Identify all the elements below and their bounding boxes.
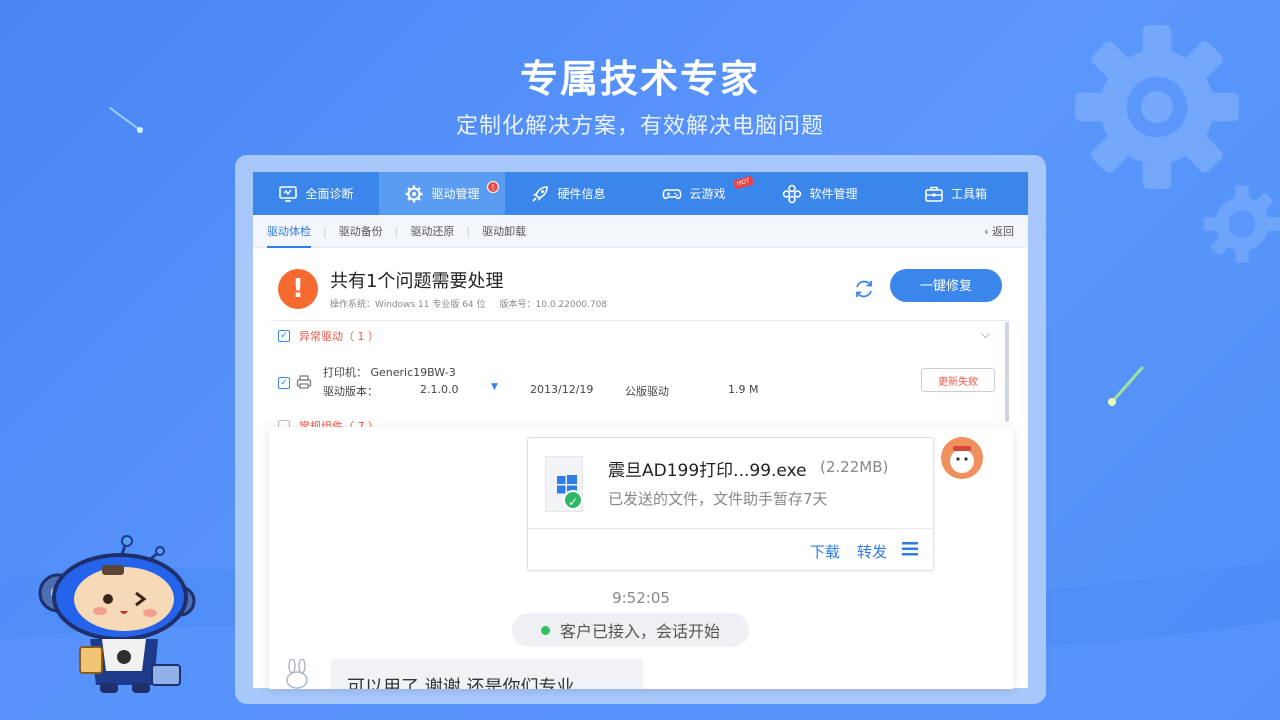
tab-software-management[interactable]: 软件管理: [757, 172, 883, 215]
divider: [270, 320, 1010, 321]
online-dot-icon: [540, 625, 550, 635]
subtab-driver-backup[interactable]: 驱动备份: [327, 215, 395, 248]
driver-name: 打印机： Generic19BW-3: [323, 366, 456, 379]
driver-type: 公版驱动: [625, 385, 669, 398]
chat-window: ✓ 震旦AD199打印...99.exe (2.22MB) 已发送的文件，文件助…: [269, 427, 1013, 689]
issue-summary: ! 共有1个问题需要处理 操作系统：Windows 11 专业版 64 位 版本号…: [278, 267, 621, 310]
subtab-driver-uninstall[interactable]: 驱动卸载: [470, 215, 538, 248]
driver-row: ✓ 打印机： Generic19BW-3 驱动版本： 2.1.0.0 ▼ 201…: [278, 360, 998, 404]
file-name: 震旦AD199打印...99.exe: [608, 461, 807, 481]
tab-driver-management[interactable]: 驱动管理 !: [379, 172, 505, 215]
tab-label: 驱动管理: [431, 187, 480, 201]
file-message-card[interactable]: ✓ 震旦AD199打印...99.exe (2.22MB) 已发送的文件，文件助…: [527, 437, 934, 571]
alert-badge: !: [487, 181, 499, 193]
file-size: (2.22MB): [820, 458, 889, 476]
file-description: 已发送的文件，文件助手暂存7天: [608, 490, 828, 508]
check-icon: ✓: [563, 490, 583, 510]
divider: [528, 528, 933, 529]
group-label: 异常驱动（ 1 ）: [299, 330, 379, 343]
top-nav: 全面诊断 驱动管理 ! 硬件信息 云游戏 HOT 软件管理 工具箱: [253, 172, 1028, 215]
tab-label: 全面诊断: [305, 187, 354, 201]
back-button[interactable]: ‹ 返回: [984, 223, 1014, 239]
driver-version: 2.1.0.0: [420, 383, 459, 396]
tab-hardware-info[interactable]: 硬件信息: [505, 172, 631, 215]
hot-badge: HOT: [733, 175, 754, 190]
caret-down-icon[interactable]: ▼: [491, 382, 498, 392]
scrollbar[interactable]: [1005, 322, 1009, 422]
subtab-driver-check[interactable]: 驱动体检: [267, 215, 323, 248]
gear-decoration-large-icon: [1075, 25, 1239, 189]
checkbox[interactable]: ✓: [278, 330, 290, 342]
issue-title: 共有1个问题需要处理: [330, 271, 504, 292]
apps-icon: [783, 184, 802, 203]
toolbox-icon: [925, 186, 943, 202]
system-message-text: 客户已接入，会话开始: [559, 622, 720, 641]
tab-toolbox[interactable]: 工具箱: [883, 172, 1028, 215]
chat-message-bubble: 可以用了 谢谢 还是你们专业: [331, 659, 643, 689]
robot-mascot-icon: [38, 535, 196, 693]
monitor-icon: [279, 185, 298, 202]
printer-icon: [296, 375, 312, 389]
tab-cloud-gaming[interactable]: 云游戏 HOT: [631, 172, 757, 215]
download-link[interactable]: 下载: [810, 541, 840, 562]
system-message: 客户已接入，会话开始: [512, 613, 749, 647]
chevron-down-icon[interactable]: ⌵: [981, 327, 990, 342]
shooting-star-right-icon: [1108, 366, 1144, 406]
subtab-driver-restore[interactable]: 驱动还原: [398, 215, 466, 248]
driver-version-label: 驱动版本：: [323, 385, 378, 398]
forward-link[interactable]: 转发: [857, 541, 887, 562]
chevron-left-icon: ‹: [984, 225, 992, 238]
tab-full-diagnosis[interactable]: 全面诊断: [253, 172, 379, 215]
one-click-fix-button[interactable]: 一键修复: [890, 269, 1002, 302]
tab-label: 云游戏: [689, 187, 726, 201]
tab-label: 工具箱: [950, 187, 987, 201]
version-info: 版本号：10.0.22000.708: [499, 300, 608, 310]
hero-title: 专属技术专家: [519, 57, 760, 101]
hero-subtitle: 定制化解决方案，有效解决电脑问题: [455, 114, 824, 139]
timestamp: 9:52:05: [612, 589, 670, 607]
tab-label: 硬件信息: [557, 187, 606, 201]
back-label: 返回: [992, 225, 1014, 238]
gear-icon: [405, 185, 423, 202]
checkbox[interactable]: ✓: [278, 377, 290, 389]
driver-date: 2013/12/19: [530, 383, 594, 396]
sub-nav: 驱动体检 | 驱动备份 | 驱动还原 | 驱动卸载 ‹ 返回: [253, 215, 1028, 248]
agent-avatar-rabbit-icon[interactable]: [283, 659, 311, 689]
driver-size: 1.9 M: [728, 383, 759, 396]
gamepad-icon: [663, 188, 682, 199]
user-avatar[interactable]: [941, 437, 983, 479]
rocket-icon: [532, 185, 549, 202]
os-info: 操作系统：Windows 11 专业版 64 位: [330, 300, 486, 310]
update-failed-button[interactable]: 更新失败: [921, 368, 995, 392]
refresh-icon[interactable]: [851, 276, 877, 302]
tab-label: 软件管理: [809, 187, 858, 201]
abnormal-driver-group[interactable]: ✓ 异常驱动（ 1 ）: [278, 328, 379, 344]
gear-decoration-small-icon: [1203, 185, 1280, 263]
menu-icon[interactable]: [902, 542, 918, 556]
warning-icon: !: [278, 268, 318, 309]
